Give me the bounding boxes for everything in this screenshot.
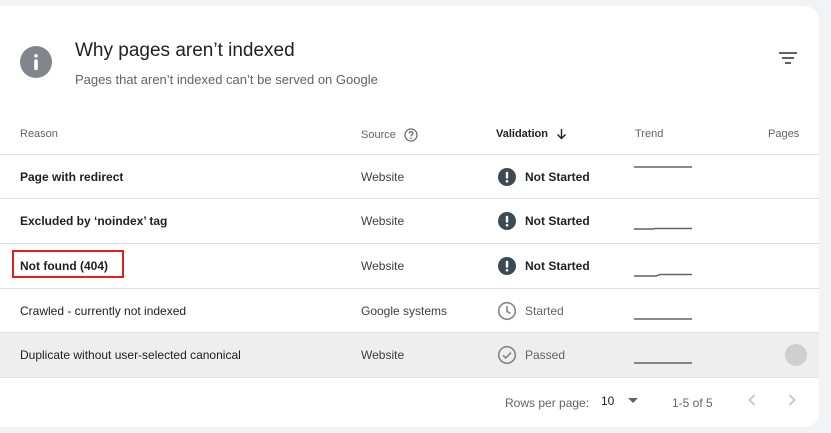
row-reason: Excluded by ‘noindex’ tag: [20, 214, 168, 228]
row-source: Google systems: [361, 304, 448, 318]
row-validation: Not Started: [497, 244, 590, 288]
check-circle-icon: [497, 345, 517, 365]
trend-sparkline: [634, 289, 694, 333]
chevron-left-icon: [748, 394, 756, 406]
trend-sparkline: [634, 333, 694, 377]
row-validation: Started: [497, 289, 564, 333]
table-divider: [0, 377, 819, 378]
trend-sparkline: [634, 199, 694, 243]
alert-icon: [497, 167, 517, 187]
validation-status: Not Started: [525, 170, 590, 184]
info-icon: [20, 46, 52, 78]
highlight-box: [12, 250, 124, 278]
row-source: Website: [361, 259, 405, 273]
trend-sparkline: [634, 244, 694, 288]
header-pages[interactable]: Pages: [768, 128, 799, 140]
row-source: Website: [361, 348, 405, 362]
pagination-range: 1-5 of 5: [672, 396, 713, 410]
rows-per-page-select[interactable]: 10: [601, 394, 639, 408]
header-reason[interactable]: Reason: [20, 128, 58, 140]
table-row[interactable]: Duplicate without user-selected canonica…: [0, 332, 819, 377]
row-reason: Crawled - currently not indexed: [20, 304, 187, 318]
row-validation: Not Started: [497, 199, 590, 243]
clock-icon: [497, 301, 517, 321]
pages-value-placeholder: [785, 344, 807, 366]
validation-status: Not Started: [525, 214, 590, 228]
sort-arrow-down-icon: [556, 128, 567, 140]
table-row[interactable]: Excluded by ‘noindex’ tag Website Not St…: [0, 198, 819, 243]
table-row[interactable]: Page with redirect Website Not Started: [0, 154, 819, 199]
row-reason: Page with redirect: [20, 170, 124, 184]
validation-status: Not Started: [525, 259, 590, 273]
dropdown-arrow-icon: [628, 398, 639, 404]
row-source: Website: [361, 170, 405, 184]
card-subtitle: Pages that aren’t indexed can’t be serve…: [75, 72, 378, 87]
chevron-right-icon: [788, 394, 796, 406]
row-reason: Duplicate without user-selected canonica…: [20, 348, 241, 362]
index-report-card: Why pages aren’t indexed Pages that aren…: [0, 6, 819, 427]
rows-per-page-value: 10: [601, 394, 615, 408]
row-validation: Not Started: [497, 155, 590, 199]
header-trend: Trend: [635, 128, 664, 140]
table-row[interactable]: Crawled - currently not indexed Google s…: [0, 288, 819, 333]
header-source[interactable]: Source: [361, 128, 418, 142]
validation-status: Started: [525, 304, 564, 318]
validation-status: Passed: [525, 348, 566, 362]
card-title: Why pages aren’t indexed: [75, 40, 295, 61]
next-page-button[interactable]: [785, 392, 799, 408]
filter-icon[interactable]: [776, 46, 800, 70]
help-icon[interactable]: [404, 128, 418, 142]
alert-icon: [497, 256, 517, 276]
header-validation[interactable]: Validation: [496, 128, 567, 140]
trend-sparkline: [634, 155, 694, 199]
header-validation-label: Validation: [496, 128, 548, 140]
header-source-label: Source: [361, 129, 396, 141]
rows-per-page-label: Rows per page:: [505, 396, 590, 410]
row-source: Website: [361, 214, 405, 228]
prev-page-button[interactable]: [745, 392, 759, 408]
row-validation: Passed: [497, 333, 565, 377]
alert-icon: [497, 211, 517, 231]
